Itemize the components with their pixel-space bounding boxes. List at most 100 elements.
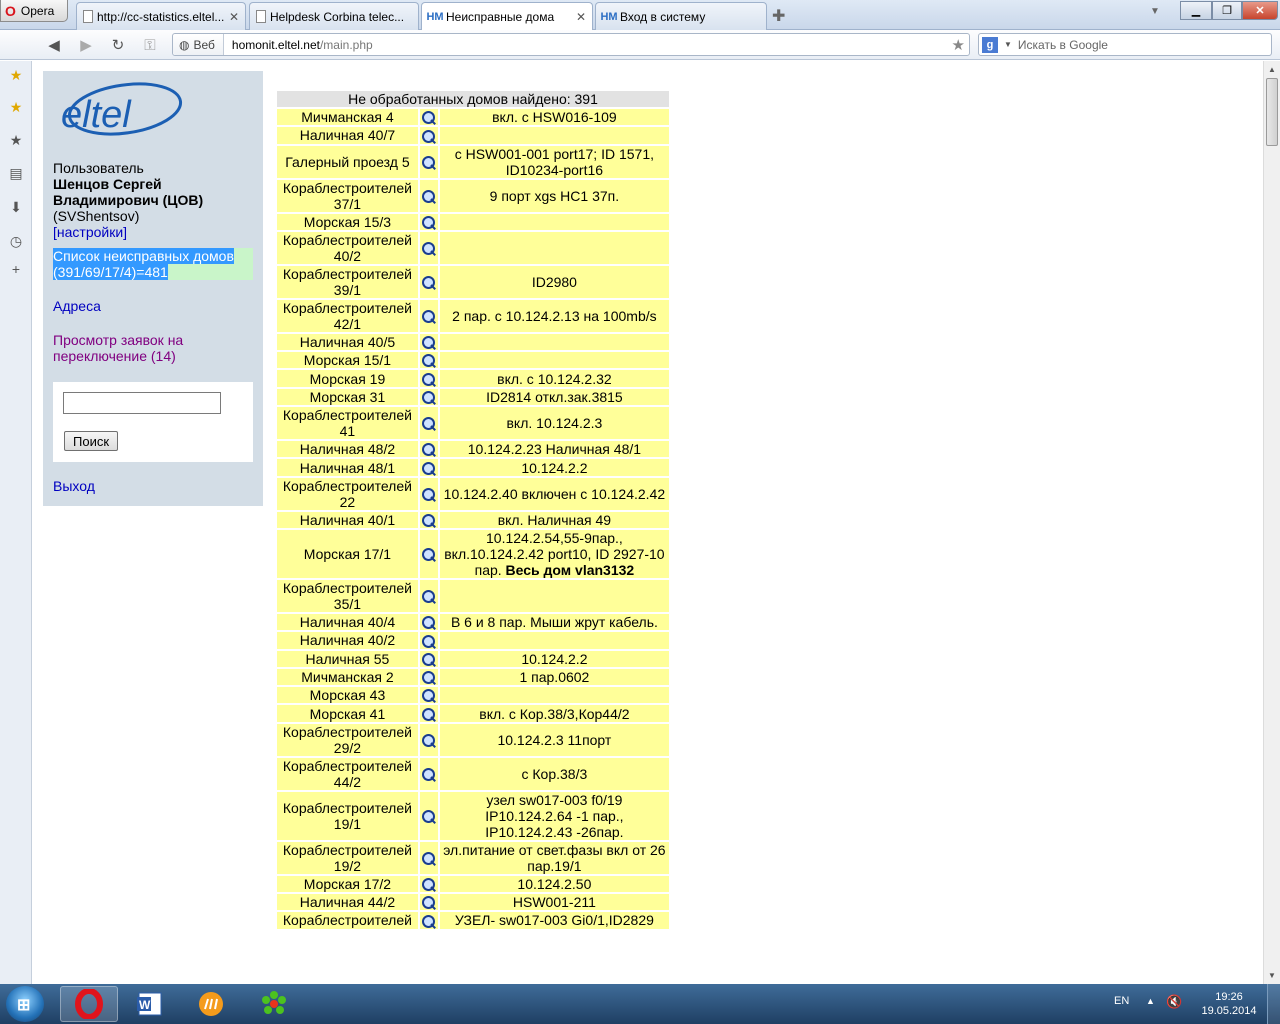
- magnifier-icon[interactable]: [421, 487, 437, 502]
- taskbar-word-button[interactable]: W: [120, 986, 178, 1022]
- magnifier-icon[interactable]: [421, 354, 437, 368]
- magnifier-icon[interactable]: [421, 733, 437, 748]
- table-row: Морская 17/2 10.124.2.50: [277, 875, 669, 893]
- switch-requests-link[interactable]: Просмотр заявок на переключение (14): [53, 332, 253, 364]
- magnifier-icon[interactable]: [421, 914, 437, 929]
- minimize-button[interactable]: ▁: [1180, 1, 1212, 20]
- magnifier-icon[interactable]: [421, 634, 437, 649]
- note-text: HSW001-211: [512, 894, 596, 911]
- taskbar-opera-button[interactable]: [60, 986, 118, 1022]
- table-row: Наличная 48/2 10.124.2.23 Наличная 48/1: [277, 441, 669, 458]
- table-row: Наличная 40/1 вкл. Наличная 49: [277, 511, 669, 528]
- magnifier-icon[interactable]: [421, 372, 437, 387]
- magnifier-icon[interactable]: [421, 391, 437, 405]
- magnifier-icon[interactable]: [421, 310, 437, 324]
- magnifier-icon[interactable]: [421, 189, 437, 204]
- magnifier-icon[interactable]: [421, 276, 437, 290]
- magnifier-icon[interactable]: [421, 809, 437, 824]
- magnifier-icon[interactable]: [421, 616, 437, 630]
- magnifier-icon[interactable]: [421, 707, 437, 722]
- magnifier-icon[interactable]: [421, 590, 437, 604]
- tab-helpdesk[interactable]: Helpdesk Corbina telec...: [249, 2, 419, 30]
- reload-icon[interactable]: ↻: [108, 35, 128, 55]
- magnifier-icon[interactable]: [421, 215, 437, 230]
- table-row: Морская 43: [277, 687, 669, 704]
- notes-icon[interactable]: ▤: [8, 165, 24, 181]
- note-text: 9 порт xgs HC1 37п.: [489, 187, 620, 204]
- magnifier-icon[interactable]: [421, 878, 437, 892]
- magnifier-icon[interactable]: [421, 242, 437, 256]
- tab-login[interactable]: HM Вход в систему: [595, 2, 767, 30]
- tab-cc-statistics[interactable]: http://cc-statistics.eltel... ✕: [76, 2, 246, 30]
- web-badge[interactable]: ◍ Веб: [173, 34, 224, 55]
- details-cell: [419, 145, 438, 178]
- settings-link[interactable]: [настройки]: [53, 224, 127, 240]
- magnifier-icon[interactable]: [421, 443, 437, 457]
- magnifier-icon[interactable]: [421, 336, 437, 350]
- wand-key-icon[interactable]: ⚿: [140, 35, 160, 55]
- chevron-down-icon[interactable]: ▼: [1004, 40, 1012, 49]
- new-tab-icon[interactable]: ✚: [772, 6, 785, 26]
- history-clock-icon[interactable]: ◷: [8, 233, 24, 249]
- bookmark-star-icon[interactable]: ★: [952, 36, 965, 54]
- magnifier-icon[interactable]: [421, 689, 437, 703]
- search-input[interactable]: [63, 392, 221, 414]
- house-address-cell: Морская 15/1: [277, 352, 418, 369]
- close-window-button[interactable]: ✕: [1242, 1, 1278, 20]
- scroll-thumb[interactable]: [1266, 78, 1278, 146]
- tab-broken-houses[interactable]: HM Неисправные дома ✕: [421, 2, 593, 31]
- add-panel-icon[interactable]: +: [8, 261, 24, 277]
- speed-dial-star-icon[interactable]: ★: [8, 99, 24, 115]
- tab-list-chevron-icon[interactable]: ▼: [1150, 6, 1160, 17]
- house-address-cell: Мичманская 2: [277, 668, 418, 686]
- forward-arrow-icon[interactable]: ▶: [76, 35, 96, 55]
- broken-houses-link[interactable]: Список неисправных домов (391/69/17/4)=4…: [53, 248, 253, 280]
- details-cell: [419, 723, 438, 756]
- address-field[interactable]: ◍ Веб homonit.eltel.net/main.php ★: [172, 33, 970, 56]
- back-arrow-icon[interactable]: ◀: [44, 35, 64, 55]
- search-button[interactable]: Поиск: [64, 431, 119, 451]
- magnifier-icon[interactable]: [421, 548, 437, 562]
- bookmarks-star-icon[interactable]: ★: [8, 67, 24, 83]
- vertical-scrollbar[interactable]: ▲ ▼: [1263, 61, 1280, 984]
- house-address-cell: Кораблестроителей 37/1: [277, 179, 418, 212]
- addresses-link[interactable]: Адреса: [53, 298, 101, 314]
- start-button[interactable]: ⊞: [6, 986, 44, 1022]
- opera-menu-label: Opera: [20, 3, 55, 18]
- maximize-button[interactable]: ❐: [1212, 1, 1242, 20]
- magnifier-icon[interactable]: [421, 513, 437, 528]
- details-cell: [419, 875, 438, 893]
- tray-chevron-up-icon[interactable]: ▲: [1146, 996, 1155, 1006]
- volume-muted-icon[interactable]: 🔇: [1166, 994, 1182, 1010]
- taskbar-icq-button[interactable]: [245, 986, 303, 1022]
- magnifier-icon[interactable]: [421, 461, 437, 476]
- house-address-cell: Кораблестроителей 22: [277, 477, 418, 510]
- magnifier-icon[interactable]: [421, 851, 437, 866]
- clock[interactable]: 19:26 19.05.2014: [1196, 990, 1262, 1018]
- exit-link[interactable]: Выход: [53, 478, 95, 494]
- widgets-star-icon[interactable]: ★: [8, 132, 24, 148]
- scroll-up-arrow-icon[interactable]: ▲: [1264, 61, 1280, 77]
- magnifier-icon[interactable]: [421, 671, 437, 685]
- details-cell: [419, 352, 438, 369]
- url-text[interactable]: homonit.eltel.net/main.php: [224, 38, 373, 52]
- close-tab-icon[interactable]: ✕: [229, 10, 239, 24]
- search-placeholder: Искать в Google: [1017, 37, 1108, 52]
- note-text: с Кор.38/3: [521, 765, 588, 782]
- language-indicator[interactable]: EN: [1114, 995, 1129, 1007]
- close-tab-icon[interactable]: ✕: [576, 10, 586, 24]
- magnifier-icon[interactable]: [421, 767, 437, 782]
- magnifier-icon[interactable]: [421, 652, 437, 667]
- search-field[interactable]: g ▼ Искать в Google: [978, 33, 1272, 56]
- taskbar-aimp-button[interactable]: [182, 986, 240, 1022]
- magnifier-icon[interactable]: [421, 155, 437, 170]
- magnifier-icon[interactable]: [421, 129, 437, 144]
- downloads-icon[interactable]: ⬇: [8, 199, 24, 215]
- show-desktop-button[interactable]: [1267, 984, 1280, 1024]
- magnifier-icon[interactable]: [421, 417, 437, 431]
- magnifier-icon[interactable]: [421, 111, 437, 125]
- google-icon[interactable]: g: [982, 36, 998, 53]
- magnifier-icon[interactable]: [421, 896, 437, 910]
- opera-menu-button[interactable]: O Opera: [0, 0, 68, 22]
- scroll-down-arrow-icon[interactable]: ▼: [1264, 967, 1280, 983]
